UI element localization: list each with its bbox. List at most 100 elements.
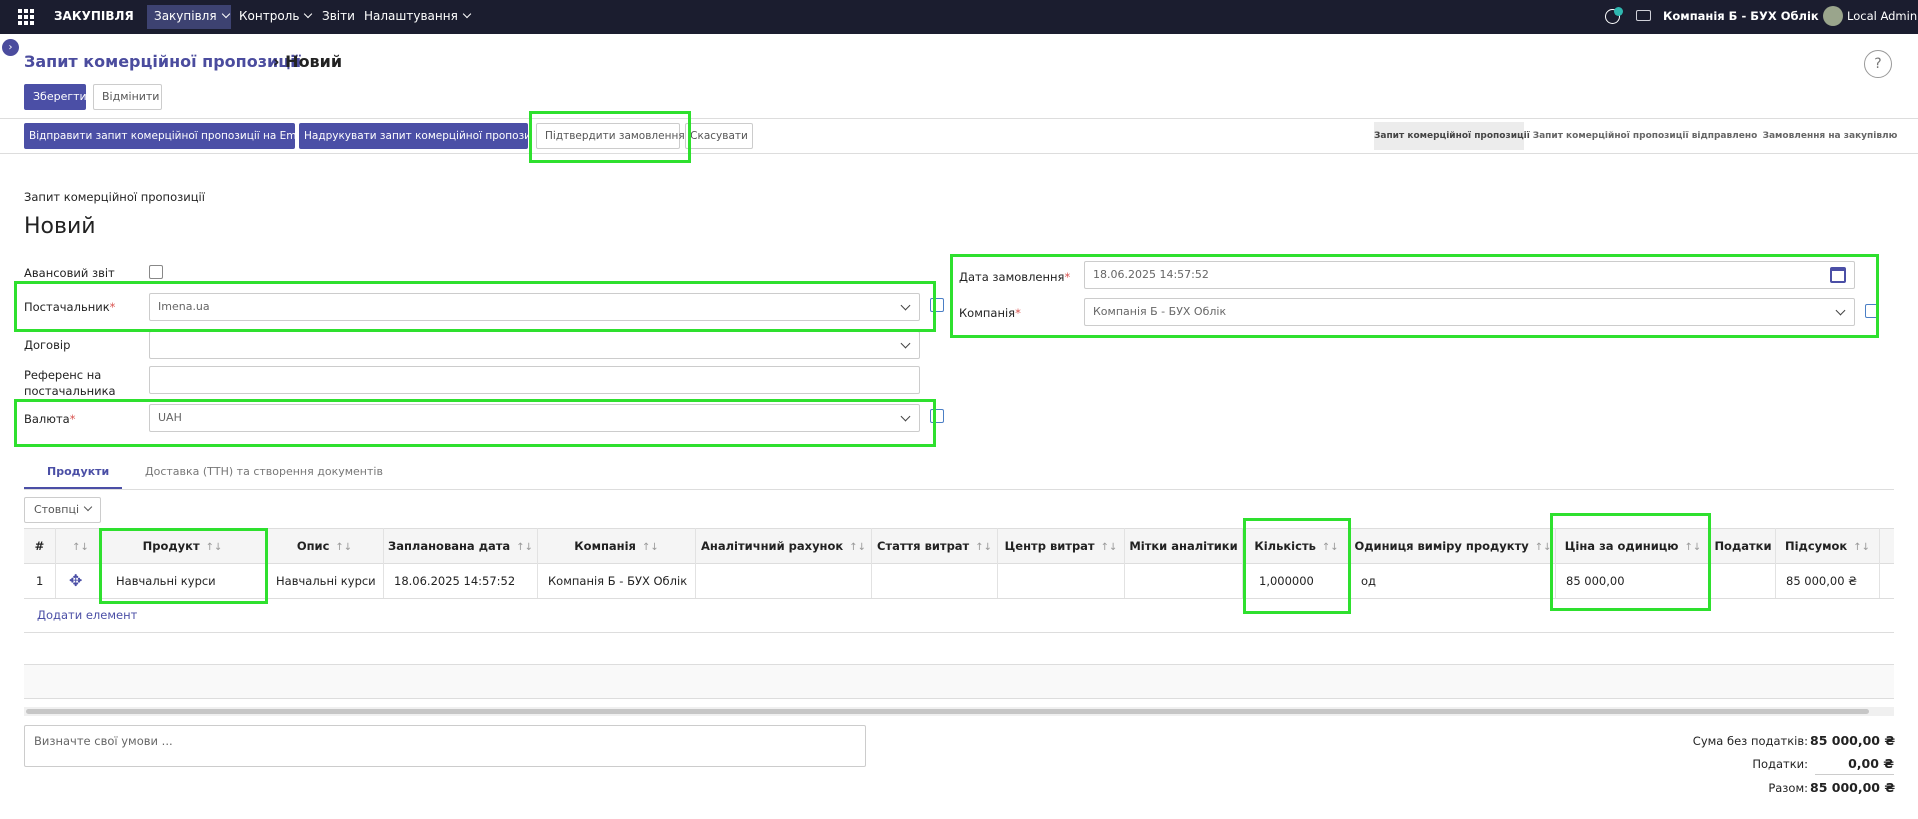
col-header-planned-date[interactable]: Запланована дата ↑↓ [384,528,538,564]
print-button[interactable]: Надрукувати запит комерційної пропозиції [299,123,544,149]
company-select[interactable]: Компанія Б - БУХ Облік [1084,298,1855,326]
col-header-sort[interactable]: ↑↓ [56,528,100,564]
nav-menu-settings[interactable]: Налаштування [364,9,472,23]
col-header-quantity[interactable]: Кількість ↑↓ [1243,528,1351,564]
col-header-unit-price[interactable]: Ціна за одиницю ↑↓ [1556,528,1711,564]
contract-select[interactable] [149,331,920,359]
horizontal-scrollbar[interactable] [26,709,1869,714]
table-cell-subtotal: 85 000,00 ₴ [1776,564,1880,598]
untaxed-label: Сума без податків: [1692,734,1808,748]
app-menu-icon[interactable] [18,9,34,25]
col-header-product[interactable]: Продукт ↑↓ [100,528,266,564]
chevron-down-icon [1835,305,1846,316]
table-row-num: 1 [24,564,56,598]
nav-menu-reports[interactable]: Звіти [322,9,355,23]
table-cell-expense-item[interactable] [872,564,998,598]
status-stage-rfq-sent[interactable]: Запит комерційної пропозиції відправлено [1530,122,1760,150]
top-navbar: ЗАКУПІВЛЯ Закупівля Контроль Звіти Налаш… [0,0,1918,34]
terms-textarea[interactable]: Визначте свої умови ... [24,725,866,767]
supplier-select[interactable]: Imena.ua [149,293,920,321]
totals-divider [1815,774,1894,775]
tab-products[interactable]: Продукти [47,465,109,478]
activity-badge [1614,7,1623,16]
app-name: ЗАКУПІВЛЯ [54,9,134,23]
total-label: Разом: [1768,781,1808,795]
taxes-value: 0,00 ₴ [1848,756,1894,771]
table-cell-analytic-account[interactable] [696,564,872,598]
send-email-button[interactable]: Відправити запит комерційної пропозиції … [24,123,309,149]
supplier-ref-label: Референс на постачальника [24,368,116,398]
supplier-label: Постачальник* [24,300,116,314]
chevron-down-icon [900,411,911,422]
col-header-analytic-tags[interactable]: Мітки аналітики [1125,528,1243,564]
chevron-down-icon [304,9,313,19]
calendar-icon[interactable] [1830,267,1846,283]
doc-type-label: Запит комерційної пропозиції [24,190,205,204]
status-stage-purchase-order[interactable]: Замовлення на закупівлю [1760,122,1900,150]
table-cell-taxes[interactable] [1711,564,1776,598]
order-date-label: Дата замовлення* [959,270,1071,284]
status-stage-rfq[interactable]: Запит комерційної пропозиції [1374,122,1530,150]
table-cell-uom[interactable]: од [1351,564,1556,598]
divider [0,153,1918,154]
divider [0,118,1918,119]
row-divider [24,598,1894,599]
taxes-label: Податки: [1752,757,1808,771]
tab-delivery[interactable]: Доставка (ТТН) та створення документів [145,465,383,478]
table-cell-quantity[interactable]: 1,000000 [1243,564,1351,598]
advance-report-checkbox[interactable] [149,265,163,279]
col-header-cost-center[interactable]: Центр витрат ↑↓ [998,528,1125,564]
col-header-company[interactable]: Компанія ↑↓ [538,528,696,564]
columns-button[interactable]: Стовпці [24,497,101,523]
table-cell-description[interactable]: Навчальні курси [266,564,384,598]
sidebar-toggle-icon[interactable]: › [2,39,19,56]
col-header-analytic-account[interactable]: Аналітичний рахунок ↑↓ [696,528,872,564]
breadcrumb-parent[interactable]: Запит комерційної пропозиції [24,52,301,71]
col-header-uom[interactable]: Одиниця виміру продукту ↑↓ [1351,528,1556,564]
table-cell-unit-price[interactable]: 85 000,00 [1556,564,1711,598]
help-button[interactable]: ? [1864,50,1892,78]
table-cell-analytic-tags[interactable] [1125,564,1243,598]
table-cell-planned-date[interactable]: 18.06.2025 14:57:52 [384,564,538,598]
col-header-taxes[interactable]: Податки [1711,528,1776,564]
breadcrumb-current: › Новий [273,52,343,71]
nav-menu-control[interactable]: Контроль [239,9,313,23]
save-button[interactable]: Зберегти [24,84,87,110]
discard-button[interactable]: Відмінити [93,84,162,110]
avatar[interactable] [1823,6,1843,26]
order-date-input[interactable]: 18.06.2025 14:57:52 [1084,261,1855,289]
chevron-down-icon [83,502,93,512]
advance-report-label: Авансовий звіт [24,266,115,280]
col-header-expense-item[interactable]: Стаття витрат ↑↓ [872,528,998,564]
table-cell-company[interactable]: Компанія Б - БУХ Облік [538,564,696,598]
col-header-subtotal[interactable]: Підсумок ↑↓ [1776,528,1880,564]
add-line-link[interactable]: Додати елемент [37,608,137,622]
nav-menu-purchase[interactable]: Закупівля [154,9,230,23]
currency-select[interactable]: UAH [149,404,920,432]
chevron-down-icon [221,9,230,19]
row-divider [24,632,1894,633]
table-cell-cost-center[interactable] [998,564,1125,598]
total-value: 85 000,00 ₴ [1810,780,1896,795]
external-link-icon[interactable] [1865,304,1879,318]
company-switcher[interactable]: Компанія Б - БУХ Облік [1663,9,1832,23]
col-header-description[interactable]: Опис ↑↓ [266,528,384,564]
chevron-down-icon [900,338,911,349]
user-name[interactable]: Local Admin [1847,9,1917,23]
chevron-down-icon [900,300,911,311]
cancel-button[interactable]: Скасувати [685,123,753,149]
supplier-ref-input[interactable] [149,366,920,394]
untaxed-value: 85 000,00 ₴ [1810,733,1896,748]
table-footer-row [24,664,1894,699]
divider [24,489,1894,490]
contract-label: Договір [24,338,71,352]
confirm-order-button[interactable]: Підтвердити замовлення [536,123,685,149]
currency-label: Валюта* [24,412,76,426]
col-header-num: # [24,528,56,564]
external-link-icon[interactable] [930,298,944,312]
chat-icon[interactable] [1636,10,1651,21]
drag-handle-icon[interactable]: ✥ [56,564,100,598]
table-cell-product[interactable]: Навчальні курси [100,564,266,598]
external-link-icon[interactable] [930,409,944,423]
record-title: Новий [24,214,96,239]
